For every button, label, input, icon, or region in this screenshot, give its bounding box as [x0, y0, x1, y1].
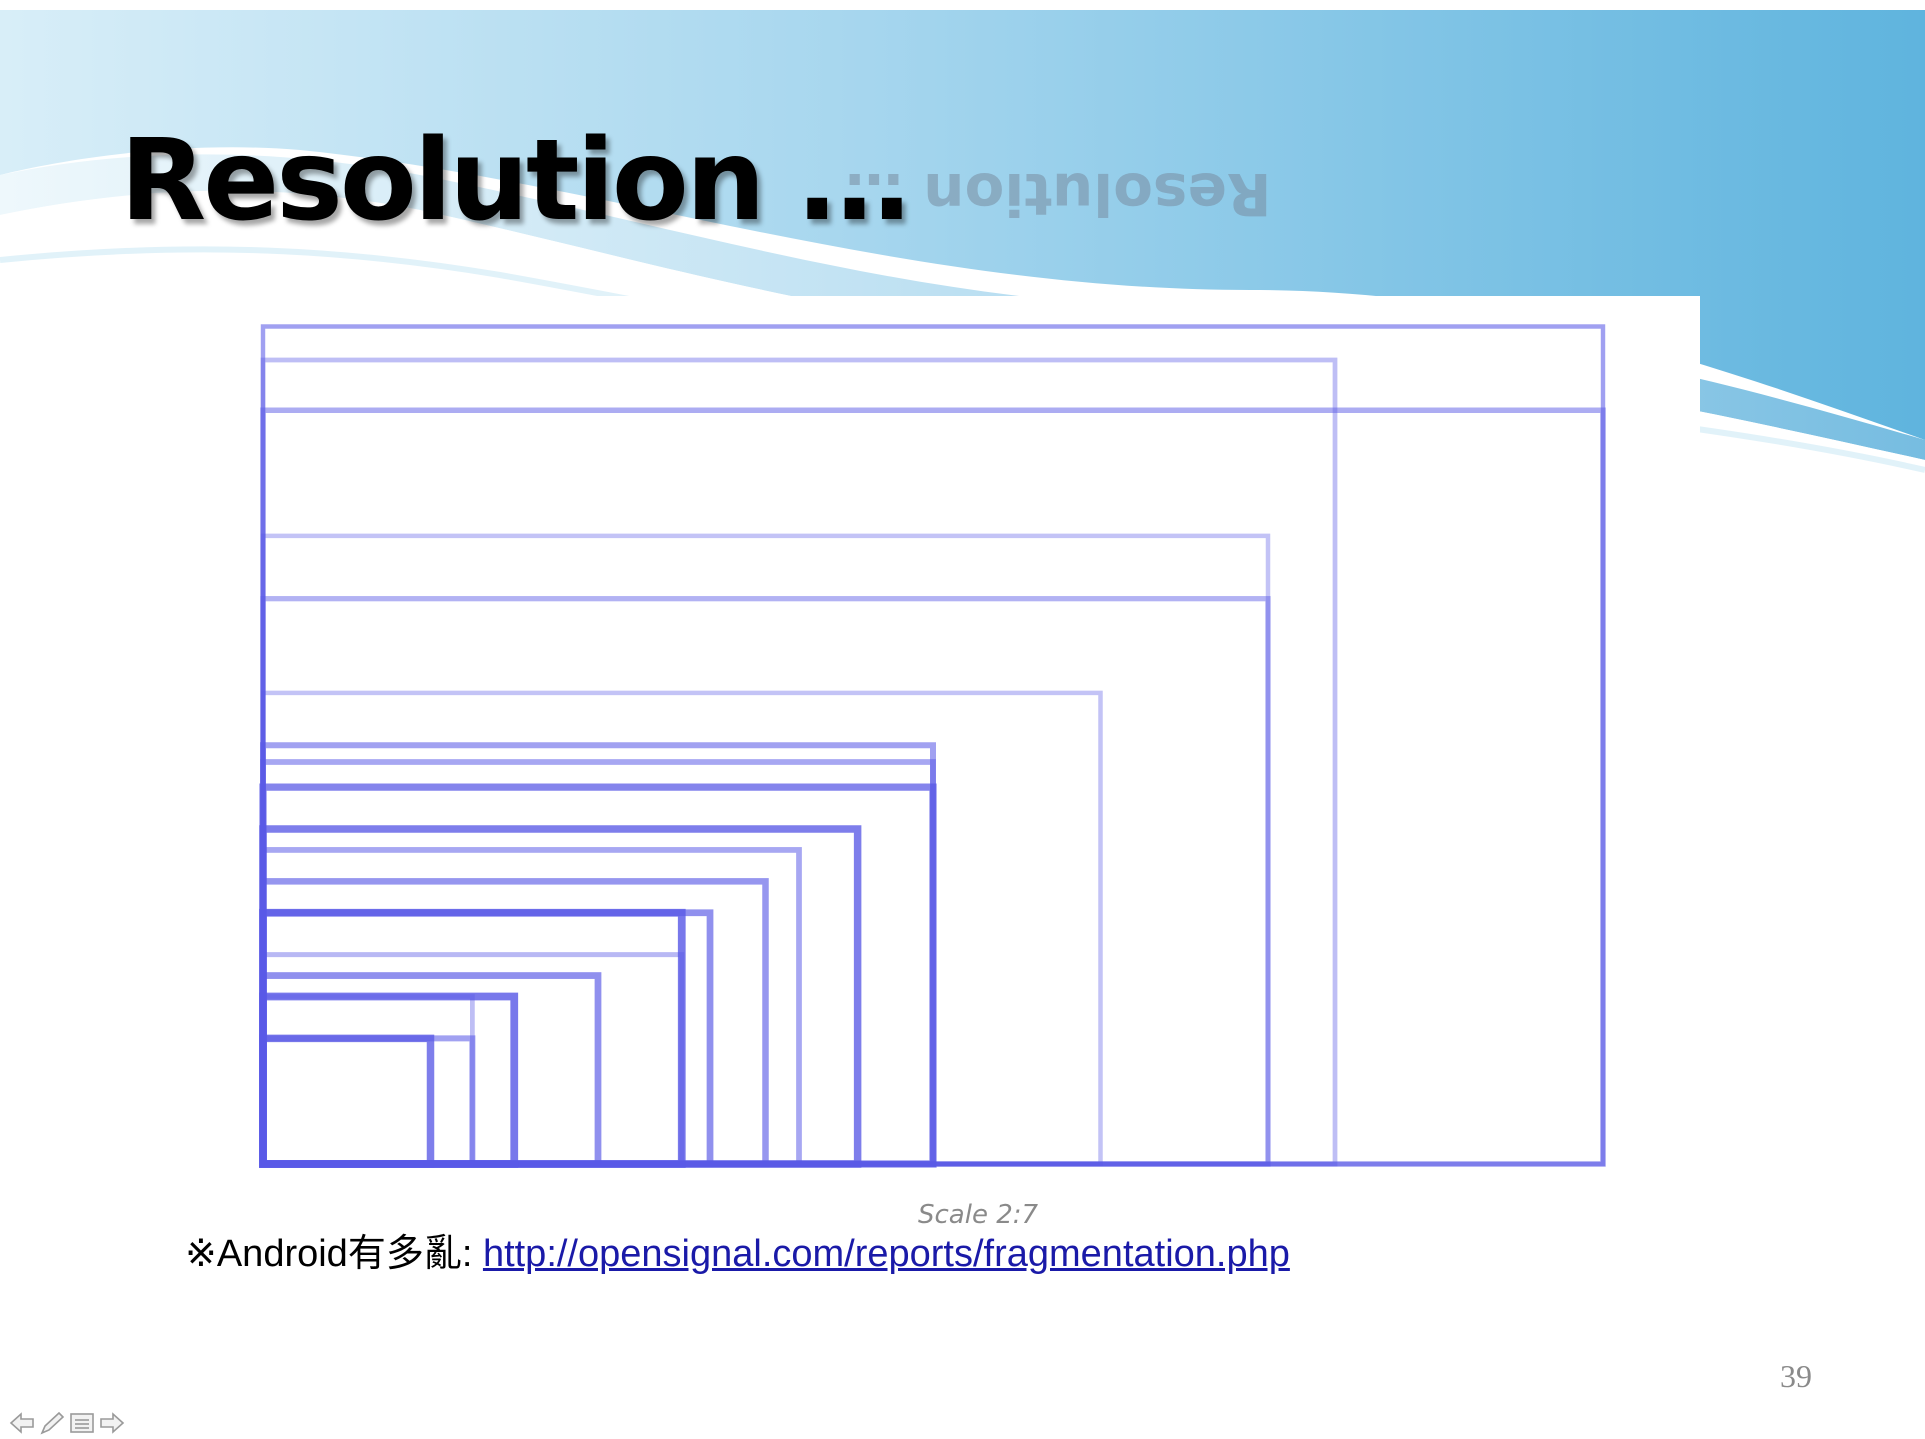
- slide-title-reflection: Resolution …: [845, 160, 1272, 228]
- source-note-prefix: ※Android有多亂:: [185, 1233, 483, 1275]
- slide-title: Resolution …: [120, 116, 911, 246]
- pen-icon[interactable]: [38, 1410, 66, 1436]
- screen-resolution-rect: [259, 1034, 435, 1168]
- resolution-chart: [255, 296, 1700, 1241]
- screen-resolution-rect: [259, 992, 519, 1168]
- arrow-right-icon[interactable]: [98, 1410, 126, 1436]
- page-number: 39: [1780, 1358, 1812, 1394]
- slideshow-nav: [8, 1410, 126, 1436]
- screen-resolution-rect: [260, 1035, 476, 1167]
- resolution-chart-svg: [259, 324, 1606, 1168]
- source-note: ※Android有多亂: http://opensignal.com/repor…: [185, 1222, 1290, 1277]
- screen-resolution-rect: [260, 847, 802, 1167]
- arrow-left-icon[interactable]: [8, 1410, 36, 1436]
- screen-resolution-rect: [260, 994, 475, 1167]
- menu-icon[interactable]: [68, 1410, 96, 1436]
- slide: Resolution … Resolution … Scale 2:7 ※And…: [0, 0, 1925, 1439]
- source-link[interactable]: http://opensignal.com/reports/fragmentat…: [483, 1233, 1290, 1275]
